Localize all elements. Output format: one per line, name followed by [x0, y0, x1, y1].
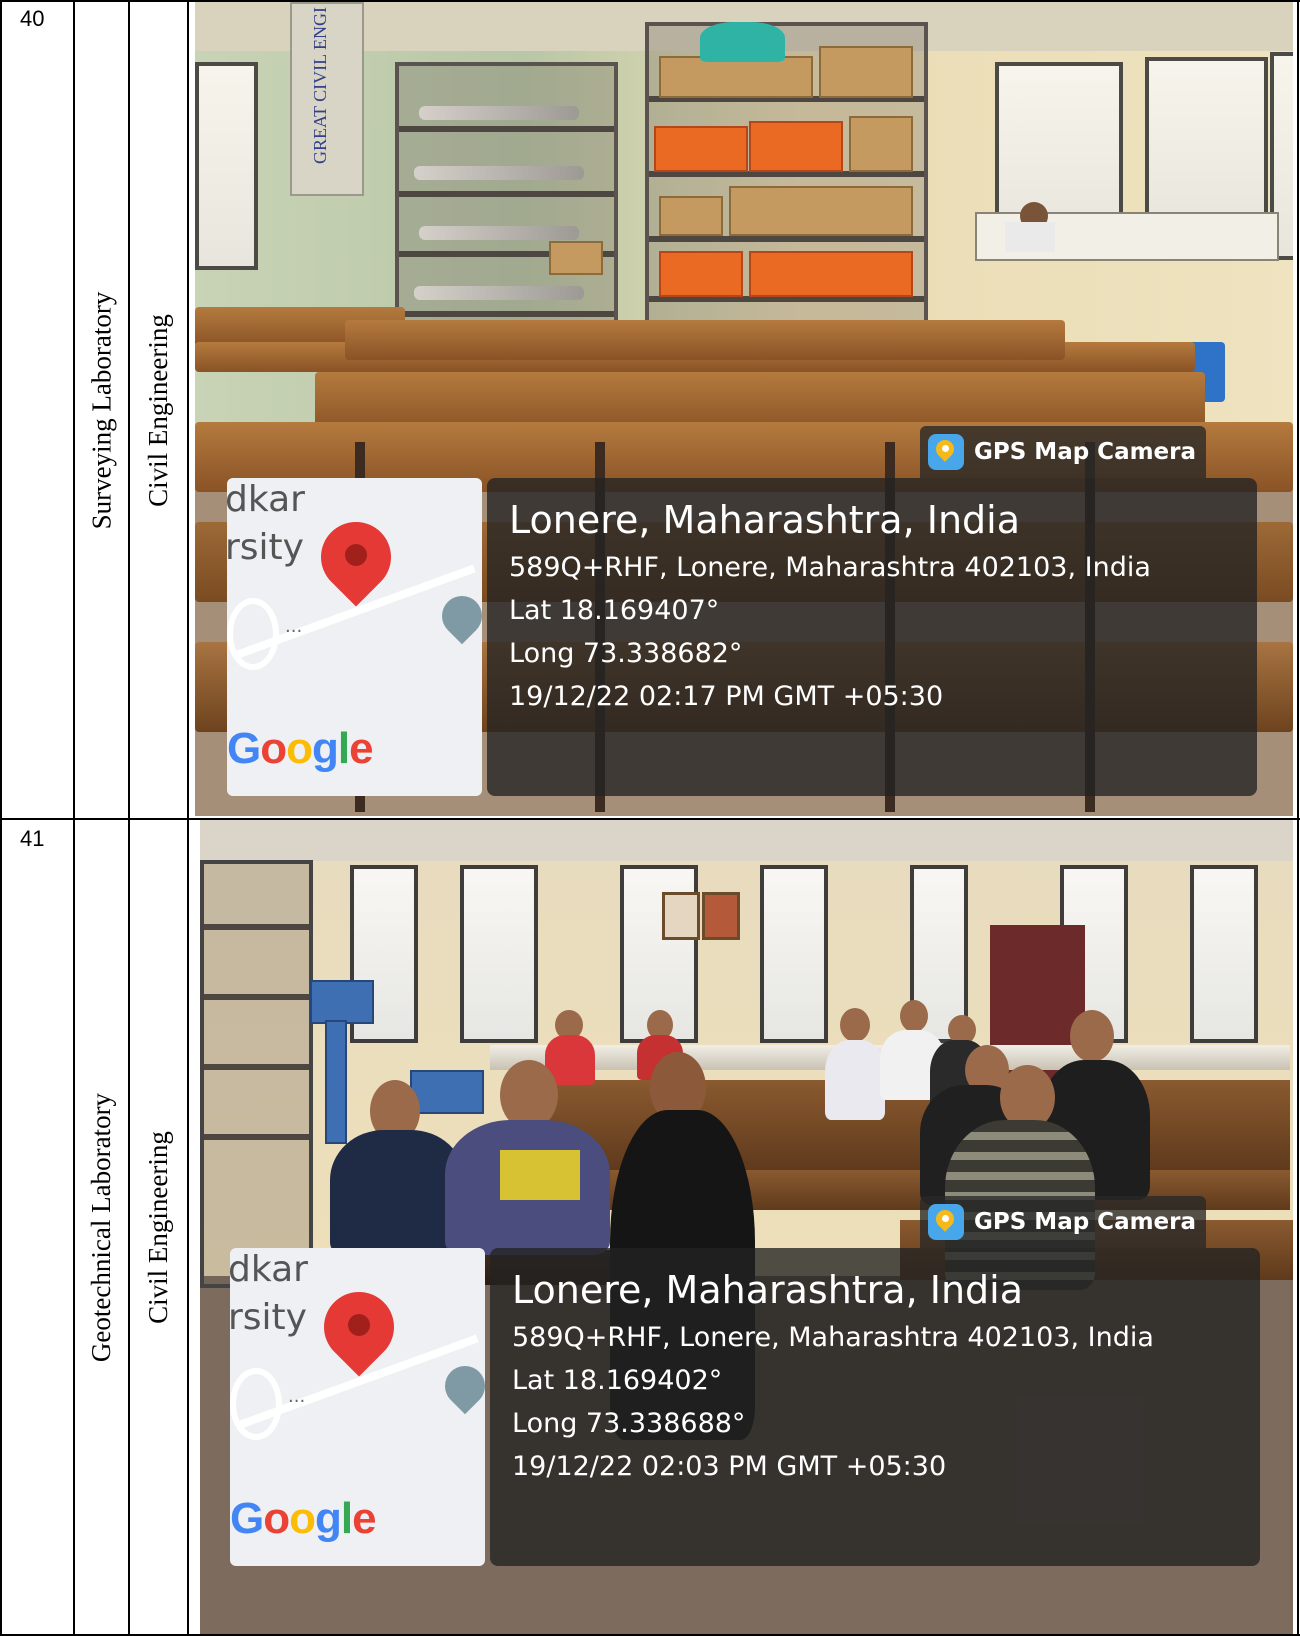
- map-dots: ...: [285, 616, 303, 637]
- gps-tag-label: GPS Map Camera: [974, 1209, 1197, 1235]
- timestamp: 19/12/22 02:17 PM GMT +05:30: [509, 681, 944, 712]
- location-marker-icon: [433, 587, 482, 645]
- lab-name-cell: Geotechnical Laboratory: [75, 820, 128, 1634]
- lab-photo-surveying: GREAT CIVIL ENGI GPS Map Camera Lonere, …: [195, 2, 1293, 816]
- location-info-box: Lonere, Maharashtra, India 589Q+RHF, Lon…: [487, 478, 1257, 796]
- gps-map-camera-tag: GPS Map Camera: [920, 426, 1207, 478]
- serial-number: 40: [20, 6, 45, 31]
- longitude: Long 73.338682°: [509, 638, 743, 669]
- location-title: Lonere, Maharashtra, India: [509, 498, 1020, 542]
- map-label-2: rsity: [230, 1297, 307, 1338]
- location-marker-icon: [436, 1357, 485, 1415]
- map-thumbnail: dkar rsity ... Google: [230, 1248, 485, 1566]
- map-thumbnail: dkar rsity ... Google: [227, 478, 482, 796]
- location-address: 589Q+RHF, Lonere, Maharashtra 402103, In…: [509, 552, 1151, 583]
- map-pin-dot: [348, 1314, 370, 1336]
- gps-map-camera-icon: [928, 434, 964, 470]
- serial-number: 41: [20, 826, 45, 851]
- timestamp: 19/12/22 02:03 PM GMT +05:30: [512, 1451, 947, 1482]
- lab-name: Geotechnical Laboratory: [86, 1092, 116, 1362]
- map-label-1: dkar: [227, 479, 305, 520]
- latitude: Lat 18.169407°: [509, 595, 720, 626]
- department-cell: Civil Engineering: [130, 820, 187, 1634]
- location-address: 589Q+RHF, Lonere, Maharashtra 402103, In…: [512, 1322, 1154, 1353]
- map-label-1: dkar: [230, 1249, 308, 1290]
- map-pin-dot: [345, 544, 367, 566]
- civil-banner: GREAT CIVIL ENGI: [290, 2, 364, 196]
- gps-tag-label: GPS Map Camera: [974, 439, 1197, 465]
- location-info-box: Lonere, Maharashtra, India 589Q+RHF, Lon…: [490, 1248, 1260, 1566]
- location-title: Lonere, Maharashtra, India: [512, 1268, 1023, 1312]
- latitude: Lat 18.169402°: [512, 1365, 723, 1396]
- longitude: Long 73.338688°: [512, 1408, 746, 1439]
- shelf-rack: [200, 860, 313, 1288]
- lab-name-cell: Surveying Laboratory: [75, 2, 128, 818]
- google-logo: Google: [230, 1494, 377, 1543]
- map-label-2: rsity: [227, 527, 304, 568]
- lab-name: Surveying Laboratory: [86, 291, 116, 529]
- banner-text: GREAT CIVIL ENGI: [310, 7, 330, 164]
- lab-table: 40 Surveying Laboratory Civil Engineerin…: [0, 0, 1300, 1636]
- gps-map-camera-icon: [928, 1204, 964, 1240]
- department-name: Civil Engineering: [143, 313, 173, 507]
- box-rack: [645, 22, 928, 370]
- department-name: Civil Engineering: [143, 1130, 173, 1324]
- google-logo: Google: [227, 724, 374, 773]
- lab-photo-geotechnical: GPS Map Camera Lonere, Maharashtra, Indi…: [200, 820, 1293, 1634]
- gps-map-camera-tag: GPS Map Camera: [920, 1196, 1207, 1248]
- map-dots: ...: [288, 1386, 306, 1407]
- department-cell: Civil Engineering: [130, 2, 187, 818]
